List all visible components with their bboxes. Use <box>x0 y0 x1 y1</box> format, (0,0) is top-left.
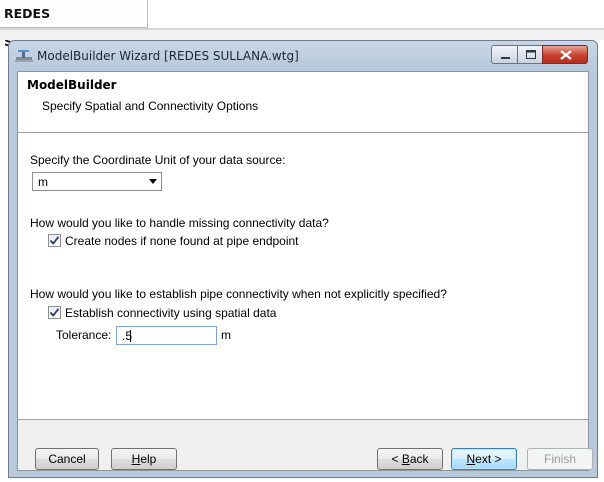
help-button[interactable]: Help <box>111 448 177 470</box>
finish-button: Finish <box>527 448 593 470</box>
coordinate-unit-select[interactable]: m <box>32 172 162 191</box>
establish-connectivity-checkbox[interactable] <box>48 306 61 319</box>
next-button[interactable]: Next > <box>451 448 517 470</box>
missing-connectivity-question: How would you like to handle missing con… <box>30 216 329 230</box>
create-nodes-label[interactable]: Create nodes if none found at pipe endpo… <box>65 234 299 248</box>
wizard-step-title: ModelBuilder <box>27 78 117 92</box>
chevron-down-icon <box>149 179 157 184</box>
back-button[interactable]: < Back <box>377 448 443 470</box>
close-button[interactable] <box>542 45 588 64</box>
workspace-background <box>0 30 604 40</box>
next-mnemonic: N <box>466 452 476 466</box>
text-caret <box>130 330 131 342</box>
create-nodes-checkbox[interactable] <box>48 234 61 247</box>
wizard-window: ModelBuilder Wizard [REDES SULLANA.wtg] … <box>8 40 598 478</box>
wizard-step-subtitle: Specify Spatial and Connectivity Options <box>42 99 259 113</box>
document-tab[interactable]: REDES SULLANA.wtg <box>0 0 148 49</box>
back-mnemonic: B <box>401 452 410 466</box>
footer-divider <box>18 419 588 420</box>
back-prefix: < <box>391 452 402 466</box>
tolerance-input[interactable]: .5 <box>116 326 217 345</box>
coordinate-unit-value: m <box>38 175 48 189</box>
help-label-rest: elp <box>140 452 157 466</box>
coordinate-unit-question: Specify the Coordinate Unit of your data… <box>30 153 286 167</box>
minimize-button[interactable] <box>491 45 518 64</box>
back-label-rest: ack <box>409 452 429 466</box>
cancel-button[interactable]: Cancel <box>35 448 99 470</box>
wizard-header: ModelBuilder Specify Spatial and Connect… <box>18 72 588 133</box>
next-label-rest: ext > <box>475 452 502 466</box>
pipe-connectivity-question: How would you like to establish pipe con… <box>30 287 447 301</box>
wizard-client-area: ModelBuilder Specify Spatial and Connect… <box>17 71 593 471</box>
title-bar[interactable]: ModelBuilder Wizard [REDES SULLANA.wtg] <box>9 41 597 71</box>
checkmark-icon <box>49 308 60 317</box>
establish-connectivity-label[interactable]: Establish connectivity using spatial dat… <box>65 306 276 320</box>
maximize-button[interactable] <box>517 45 543 64</box>
document-tab-strip: REDES SULLANA.wtg <box>0 0 604 49</box>
window-title: ModelBuilder Wizard [REDES SULLANA.wtg] <box>37 49 299 63</box>
pipe-network-icon <box>15 48 33 64</box>
checkmark-icon <box>49 236 60 245</box>
tolerance-label: Tolerance: <box>56 328 112 342</box>
tolerance-unit: m <box>221 328 231 342</box>
